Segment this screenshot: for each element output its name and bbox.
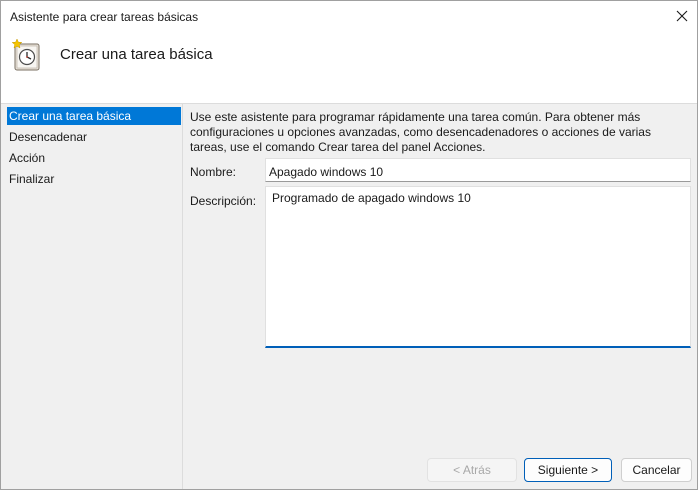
description-textarea[interactable]: Programado de apagado windows 10 — [265, 186, 691, 348]
name-input[interactable] — [265, 158, 691, 182]
cancel-button[interactable]: Cancelar — [621, 458, 692, 482]
description-label: Descripción: — [190, 194, 257, 208]
task-scheduler-clock-icon — [11, 38, 40, 71]
intro-text: Use este asistente para programar rápida… — [190, 110, 651, 154]
title-bar: Asistente para crear tareas básicas — [1, 1, 697, 31]
back-button[interactable]: < Atrás — [427, 458, 517, 482]
name-label: Nombre: — [190, 165, 237, 179]
nav-divider — [182, 104, 183, 489]
step-accion[interactable]: Acción — [7, 149, 181, 167]
close-icon — [676, 10, 688, 22]
window-title: Asistente para crear tareas básicas — [10, 10, 199, 24]
wizard-header: Crear una tarea básica — [1, 31, 697, 104]
page-title: Crear una tarea básica — [60, 46, 213, 63]
wizard-content: Crear una tarea básica Desencadenar Acci… — [1, 104, 697, 489]
step-desencadenar[interactable]: Desencadenar — [7, 128, 181, 146]
next-button[interactable]: Siguiente > — [524, 458, 612, 482]
step-finalizar[interactable]: Finalizar — [7, 170, 181, 188]
close-button[interactable] — [667, 1, 697, 31]
wizard-steps: Crear una tarea básica Desencadenar Acci… — [7, 107, 181, 191]
wizard-window: Asistente para crear tareas básicas Crea… — [0, 0, 698, 490]
step-crear-tarea[interactable]: Crear una tarea básica — [7, 107, 181, 125]
